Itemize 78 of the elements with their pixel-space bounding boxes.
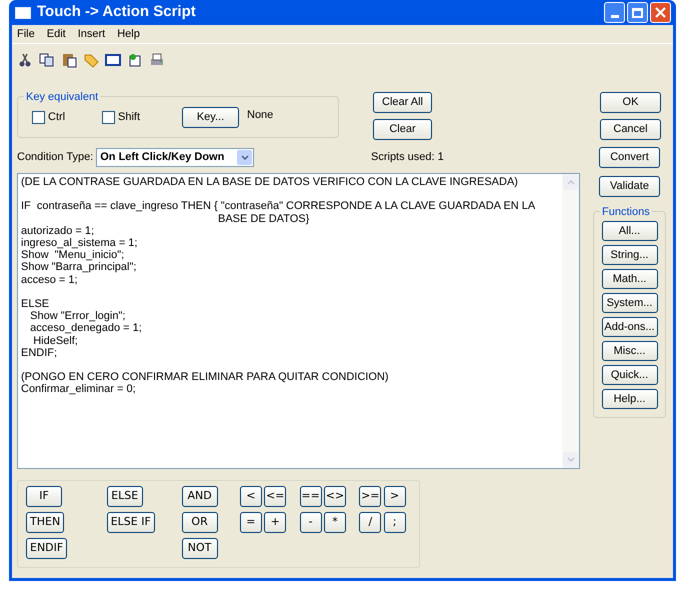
printer-icon[interactable] <box>149 52 165 68</box>
script-line: autorizado = 1; <box>21 224 94 237</box>
script-line: HideSelf; <box>32 334 78 347</box>
condition-label: Condition Type: <box>17 150 94 166</box>
validate-button[interactable]: Validate <box>599 176 660 197</box>
checkbox-label: Ctrl <box>48 110 66 125</box>
keyword-button[interactable]: NOT <box>182 538 218 559</box>
script-editor[interactable] <box>17 173 580 469</box>
convert-button[interactable]: Convert <box>599 147 660 168</box>
keyword-button[interactable]: THEN <box>26 512 64 533</box>
keyword-button[interactable]: ELSE IF <box>106 512 155 533</box>
script-line: Confirmar_eliminar = 0; <box>21 383 136 396</box>
cancel-button[interactable]: Cancel <box>600 119 661 140</box>
menu-item[interactable]: Edit <box>46 26 66 42</box>
script-line: acceso_denegado = 1; <box>29 322 142 335</box>
keyword-button[interactable]: OR <box>182 512 218 533</box>
function-button[interactable]: Add-ons... <box>602 317 658 337</box>
operator-button[interactable]: + <box>264 512 286 533</box>
operator-button[interactable]: * <box>324 512 346 533</box>
operator-button[interactable]: > <box>384 486 406 507</box>
condition-dropdown[interactable]: On Left Click/Key Down <box>96 148 254 167</box>
operator-button[interactable]: / <box>359 512 382 533</box>
script-line: ENDIF; <box>21 346 58 360</box>
scripts-used-text: Scripts used: 1 <box>371 150 445 165</box>
operator-button[interactable]: < <box>240 486 262 507</box>
checkbox-label: Shift <box>118 110 140 125</box>
minimize-button[interactable] <box>604 2 625 23</box>
scrollbar[interactable] <box>562 174 579 468</box>
operator-button[interactable]: ; <box>384 512 406 533</box>
clipboard-icon[interactable] <box>61 52 77 68</box>
menu-item[interactable]: Insert <box>78 26 106 42</box>
scissors-icon[interactable] <box>17 52 33 68</box>
script-line: acceso = 1; <box>21 274 78 286</box>
function-button[interactable]: String... <box>602 245 658 265</box>
group-title: Key equivalent <box>24 89 100 106</box>
window-icon <box>15 6 31 18</box>
operator-button[interactable]: <> <box>324 486 346 507</box>
script-line: Show "Error_login"; <box>29 310 126 322</box>
keyword-button[interactable]: ELSE <box>106 486 143 507</box>
keyword-button[interactable]: AND <box>182 486 218 507</box>
script-line: BASE DE DATOS} <box>218 212 310 225</box>
menu-item[interactable]: File <box>17 26 35 42</box>
function-button[interactable]: Quick... <box>602 365 658 385</box>
function-button[interactable]: Math... <box>602 269 658 289</box>
maximize-button[interactable] <box>627 2 648 23</box>
window-title: Touch -> Action Script <box>37 2 196 22</box>
script-line: Show "Barra_principal"; <box>21 261 136 274</box>
ok-button[interactable]: OK <box>600 92 661 113</box>
keyword-button[interactable]: ENDIF <box>26 538 68 559</box>
keyword-button[interactable]: IF <box>26 486 62 507</box>
function-button[interactable]: All... <box>602 221 658 241</box>
close-button[interactable] <box>650 2 671 23</box>
operator-button[interactable]: - <box>300 512 322 533</box>
script-line: ELSE <box>21 298 50 310</box>
scroll-up-icon <box>563 175 578 190</box>
script-line: ingreso_al_sistema = 1; <box>21 237 138 250</box>
clear-button[interactable]: Clear <box>373 119 432 140</box>
script-line: (PONGO EN CERO CONFIRMAR ELIMINAR PARA QUITAR CONDICION) <box>21 371 389 384</box>
script-line: IF contraseña == clave_ingreso THEN { "contraseña" CORRESPONDE A LA CLAVE GUARDADA EN LA <box>21 200 536 213</box>
script-line: Show "Menu_inicio"; <box>21 249 124 262</box>
operator-button[interactable]: = <box>240 512 262 533</box>
checkbox[interactable] <box>102 110 115 124</box>
function-button[interactable]: Help... <box>602 389 658 409</box>
menu-item[interactable]: Help <box>117 26 140 42</box>
scroll-down-icon <box>563 452 578 467</box>
checkbox[interactable] <box>32 110 45 124</box>
operator-button[interactable]: >= <box>359 486 382 507</box>
key-value: None <box>247 108 274 123</box>
key-button[interactable]: Key... <box>182 106 239 128</box>
operator-button[interactable]: <= <box>264 486 286 507</box>
operator-button[interactable]: == <box>300 486 322 507</box>
script-line: (DE LA CONTRASE GUARDADA EN LA BASE DE DATOS VERIFICO CON LA CLAVE INGRESADA) <box>21 176 518 188</box>
window-icon[interactable] <box>105 52 121 68</box>
function-button[interactable]: Misc... <box>602 341 658 361</box>
clear-all-button[interactable]: Clear All <box>373 92 432 113</box>
tag-icon[interactable] <box>83 52 99 68</box>
function-button[interactable]: System... <box>602 293 658 313</box>
close-icon <box>655 7 666 18</box>
